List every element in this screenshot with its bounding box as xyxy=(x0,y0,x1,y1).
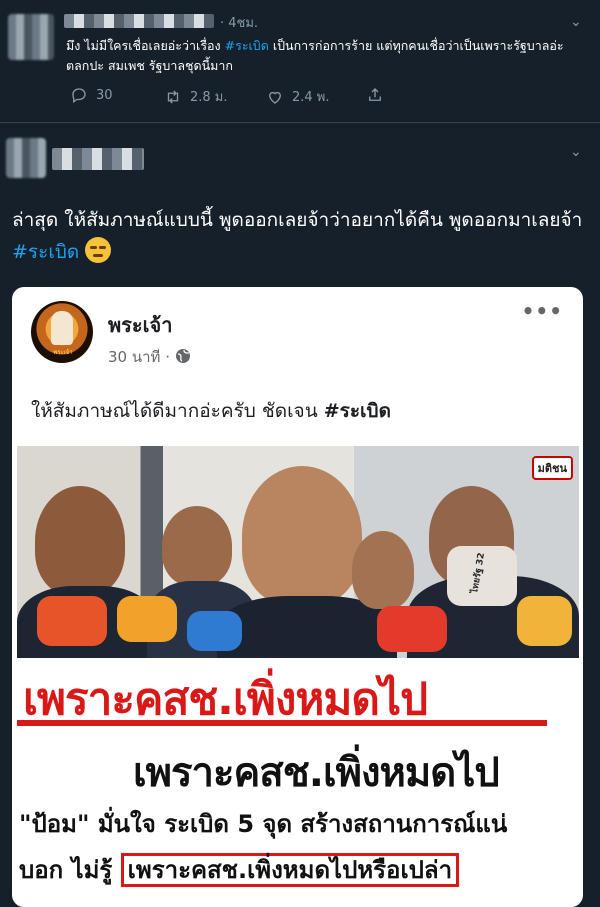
person xyxy=(242,466,362,606)
tweet-time[interactable]: · 4ชม. xyxy=(220,12,258,33)
person xyxy=(162,506,232,586)
post-hashtag: #ระเบิด xyxy=(323,400,391,422)
headline-boxed-phrase: เพราะคสช.เพิ่งหมดไปหรือเปล่า xyxy=(120,853,460,887)
share-button[interactable] xyxy=(366,86,384,104)
headline-overlay: เพราะคสช.เพิ่งหมดไป เพราะคสช.เพิ่งหมดไป … xyxy=(17,658,579,907)
tweet-2-header[interactable]: ⌄ xyxy=(0,130,600,186)
avatar-text: พระเจ้า xyxy=(53,349,73,356)
blurred-username[interactable] xyxy=(52,148,144,170)
heart-icon xyxy=(269,91,281,104)
blurred-avatar[interactable] xyxy=(6,138,46,178)
post-text: ให้สัมภาษณ์ได้ดีมากอ่ะครับ ชัดเจน #ระเบิ… xyxy=(31,396,391,426)
headline-line-1: เพราะคสช.เพิ่งหมดไป xyxy=(23,674,428,725)
like-count: 2.4 พ. xyxy=(292,90,330,105)
hashtag-link[interactable]: #ระเบิด xyxy=(225,38,269,53)
globe-icon xyxy=(175,349,190,363)
unamused-face-emoji-icon xyxy=(85,237,112,263)
microphone xyxy=(37,596,107,646)
headline-bar: เพราะคสช.เพิ่งหมดไป xyxy=(17,658,547,726)
microphone xyxy=(117,596,177,642)
retweet-count: 2.8 ม. xyxy=(190,90,228,105)
news-photo: มติชน ไทยรัฐ 32 เพราะคสช.เพิ่งหมดไป เพรา… xyxy=(17,446,579,907)
post-time: 30 นาที · xyxy=(108,348,170,366)
tweet-text: มึง ไม่มีใครเชื่อเลยอ่ะว่าเรื่อง #ระเบิด… xyxy=(66,36,581,76)
page-avatar[interactable]: พระเจ้า xyxy=(31,301,93,363)
retweet-button[interactable]: 2.8 ม. xyxy=(164,86,228,107)
news-brand-logo: มติชน xyxy=(531,456,573,480)
tweet-text-part: มึง ไม่มีใครเชื่อเลยอ่ะว่าเรื่อง xyxy=(66,38,225,53)
post-text-part: ให้สัมภาษณ์ได้ดีมากอ่ะครับ ชัดเจน xyxy=(31,400,324,422)
microphone xyxy=(187,611,242,651)
tweet-actions: 30 2.8 ม. 2.4 พ. xyxy=(66,86,546,106)
share-icon xyxy=(369,88,381,101)
microphone xyxy=(377,606,447,652)
reply-button[interactable]: 30 xyxy=(70,86,113,104)
headline-line-4: บอก ไม่รู้ เพราะคสช.เพิ่งหมดไปหรือเปล่า xyxy=(19,850,460,889)
retweet-icon xyxy=(167,90,179,103)
headline-part: บอก ไม่รู้ xyxy=(19,856,121,884)
tweet-text-part: ล่าสุด ให้สัมภาษณ์แบบนี้ พูดออกเลยจ้าว่า… xyxy=(12,209,583,231)
more-options-icon[interactable]: ••• xyxy=(522,299,563,323)
headline-line-2: เพราะคสช.เพิ่งหมดไป xyxy=(133,750,500,796)
post-meta: 30 นาที · xyxy=(108,345,191,369)
microphone xyxy=(517,596,572,646)
chevron-down-icon[interactable]: ⌄ xyxy=(570,144,582,160)
tweet-2-text: ล่าสุด ให้สัมภาษณ์แบบนี้ พูดออกเลยจ้าว่า… xyxy=(12,204,592,268)
page-name[interactable]: พระเจ้า xyxy=(108,309,172,341)
reply-count: 30 xyxy=(96,87,113,103)
like-button[interactable]: 2.4 พ. xyxy=(266,86,330,107)
embedded-post-image[interactable]: พระเจ้า พระเจ้า 30 นาที · ••• ให้สัมภาษณ… xyxy=(12,287,583,907)
chevron-down-icon[interactable]: ⌄ xyxy=(570,14,582,30)
blurred-avatar[interactable] xyxy=(8,14,54,60)
person xyxy=(352,531,414,609)
person xyxy=(35,486,125,596)
tweet-1[interactable]: · 4ชม. ⌄ มึง ไม่มีใครเชื่อเลยอ่ะว่าเรื่อ… xyxy=(0,0,600,123)
reply-icon xyxy=(72,88,86,104)
hashtag-link[interactable]: #ระเบิด xyxy=(12,241,79,263)
blurred-username[interactable] xyxy=(64,14,214,28)
headline-line-3: "ป้อม" มั่นใจ ระเบิด 5 จุด สร้างสถานการณ… xyxy=(19,810,508,838)
